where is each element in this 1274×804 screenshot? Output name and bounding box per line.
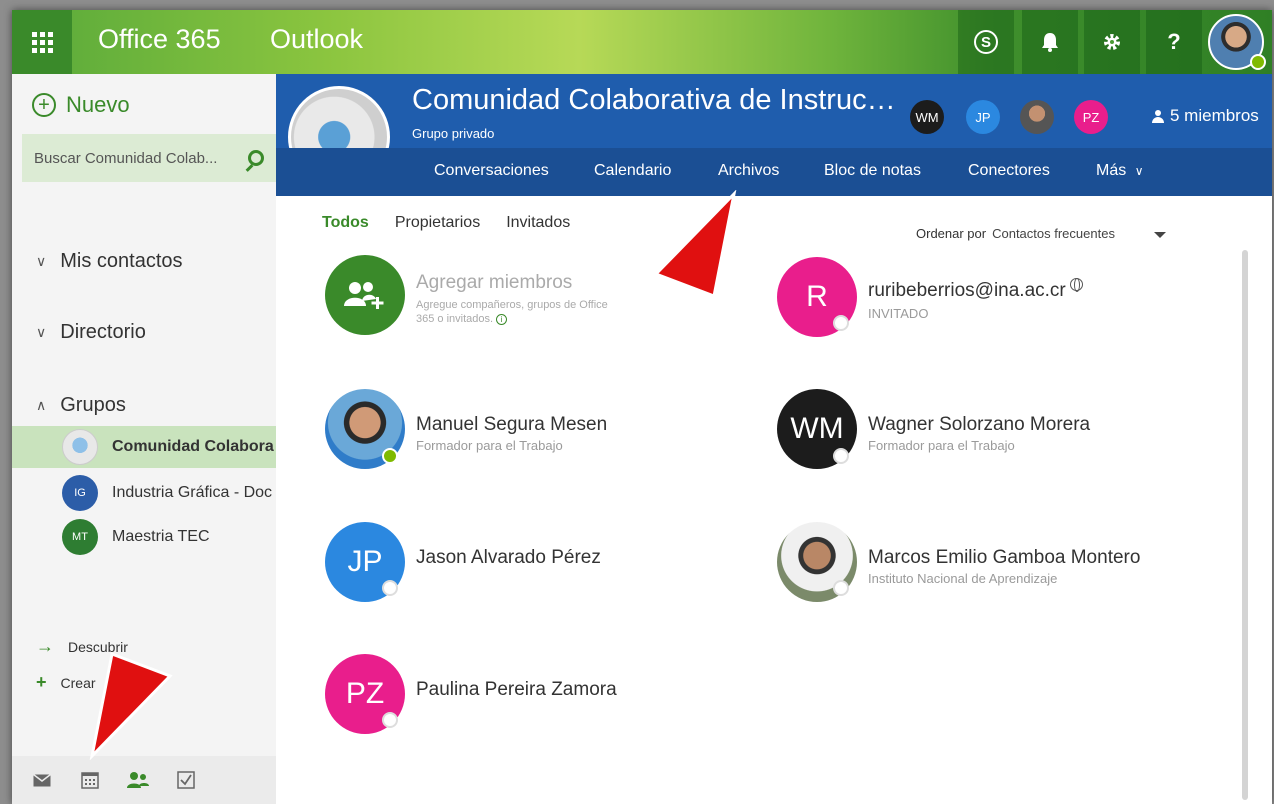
chevron-down-icon: ∨: [36, 253, 47, 269]
waffle-icon[interactable]: [12, 10, 72, 74]
tab-more-label: Más: [1096, 162, 1127, 179]
outlook-window: Office 365 Outlook S ? + Nuevo ∨ Mis con…: [12, 10, 1272, 804]
group-label: Comunidad Colabora: [112, 438, 274, 455]
member-avatar-photo[interactable]: [1020, 100, 1054, 134]
search-icon[interactable]: [248, 150, 264, 166]
section-label: Directorio: [60, 321, 146, 343]
skype-glyph: S: [974, 30, 998, 54]
mail-icon[interactable]: [30, 768, 54, 792]
group-avatar: IG: [62, 475, 98, 511]
person-icon: [1152, 109, 1164, 123]
info-icon[interactable]: i: [496, 313, 508, 325]
member-name[interactable]: Manuel Segura Mesen: [416, 414, 607, 436]
tasks-icon[interactable]: [174, 768, 198, 792]
tab-notebook[interactable]: Bloc de notas: [824, 162, 921, 180]
chevron-down-icon: ∨: [36, 324, 47, 340]
group-privacy: Grupo privado: [412, 126, 495, 141]
app-name[interactable]: Outlook: [270, 24, 363, 55]
sort-dropdown[interactable]: Contactos frecuentes: [992, 226, 1115, 241]
chevron-up-icon: ∧: [36, 397, 47, 413]
search-input[interactable]: [34, 149, 244, 167]
group-avatar: [62, 429, 98, 465]
filter-guests[interactable]: Invitados: [506, 214, 570, 232]
sort-control: Ordenar por Contactos frecuentes: [916, 226, 1115, 241]
group-avatar: MT: [62, 519, 98, 555]
group-item-comunidad[interactable]: Comunidad Colabora: [12, 426, 276, 468]
add-members-button[interactable]: [325, 255, 405, 335]
tab-connectors[interactable]: Conectores: [968, 162, 1050, 180]
globe-icon: [1070, 278, 1083, 292]
presence-online-icon: [1250, 54, 1266, 70]
tab-more[interactable]: Más ∨: [1096, 162, 1143, 180]
new-button[interactable]: + Nuevo: [32, 92, 130, 118]
member-avatar-jp[interactable]: JP: [966, 100, 1000, 134]
top-bar: Office 365 Outlook S ?: [12, 10, 1272, 74]
annotation-arrow-icon: [653, 190, 737, 299]
filter-all[interactable]: Todos: [322, 214, 369, 232]
section-directory[interactable]: ∨ Directorio: [36, 321, 146, 344]
member-role: Formador para el Trabajo: [416, 438, 563, 453]
presence-offline-icon: [833, 448, 849, 464]
add-members-title[interactable]: Agregar miembros: [416, 272, 572, 294]
section-label: Mis contactos: [60, 250, 183, 272]
module-switcher: [12, 756, 276, 804]
sort-label: Ordenar por: [916, 226, 987, 241]
gear-icon[interactable]: [1084, 10, 1140, 74]
member-role: INVITADO: [868, 306, 929, 321]
section-label: Grupos: [60, 394, 126, 416]
member-avatar-pz[interactable]: PZ: [1074, 100, 1108, 134]
group-tabs: Conversaciones Calendario Archivos Bloc …: [276, 148, 1272, 196]
group-title: Comunidad Colaborativa de Instruc…: [412, 84, 896, 116]
member-filters: Todos Propietarios Invitados: [322, 214, 570, 232]
caret-down-icon[interactable]: [1154, 232, 1166, 238]
filter-owners[interactable]: Propietarios: [395, 214, 480, 232]
members-count-button[interactable]: 5 miembros: [1152, 106, 1259, 126]
bell-icon[interactable]: [1022, 10, 1078, 74]
presence-offline-icon: [833, 580, 849, 596]
add-members-hint: Agregue compañeros, grupos de Office 365…: [416, 298, 616, 326]
group-item-industria[interactable]: IG Industria Gráfica - Doc: [12, 472, 276, 514]
chevron-down-icon: ∨: [1134, 164, 1144, 178]
people-icon[interactable]: [126, 768, 150, 792]
new-label: Nuevo: [66, 92, 130, 117]
search-box: [22, 134, 276, 182]
section-my-contacts[interactable]: ∨ Mis contactos: [36, 250, 183, 273]
presence-offline-icon: [382, 580, 398, 596]
member-name[interactable]: Marcos Emilio Gamboa Montero: [868, 547, 1140, 569]
member-name[interactable]: Paulina Pereira Zamora: [416, 679, 617, 701]
presence-offline-icon: [833, 315, 849, 331]
tab-files[interactable]: Archivos: [718, 162, 779, 180]
section-groups[interactable]: ∧ Grupos: [36, 394, 126, 417]
member-role: Instituto Nacional de Aprendizaje: [868, 571, 1058, 586]
member-name[interactable]: Wagner Solorzano Morera: [868, 414, 1090, 436]
scrollbar[interactable]: [1242, 250, 1248, 800]
add-members-hint-text: Agregue compañeros, grupos de Office 365…: [416, 299, 608, 325]
group-label: Industria Gráfica - Doc: [112, 484, 273, 501]
plus-circle-icon: +: [32, 93, 56, 117]
annotation-arrow-icon: [89, 651, 173, 760]
member-name[interactable]: Jason Alvarado Pérez: [416, 547, 601, 569]
member-name[interactable]: ruribeberrios@ina.ac.cr: [868, 280, 1066, 302]
calendar-icon[interactable]: [78, 768, 102, 792]
member-role: Formador para el Trabajo: [868, 438, 1015, 453]
presence-offline-icon: [382, 712, 398, 728]
tab-conversations[interactable]: Conversaciones: [434, 162, 549, 180]
presence-online-icon: [382, 448, 398, 464]
members-label: 5 miembros: [1170, 106, 1259, 125]
help-icon[interactable]: ?: [1146, 10, 1202, 74]
tab-calendar[interactable]: Calendario: [594, 162, 671, 180]
brand-label[interactable]: Office 365: [98, 24, 221, 55]
member-avatar-wm[interactable]: WM: [910, 100, 944, 134]
arrow-right-icon: →: [36, 636, 54, 656]
add-people-icon: [344, 282, 384, 309]
skype-icon[interactable]: S: [958, 10, 1014, 74]
group-item-maestria[interactable]: MT Maestria TEC: [12, 516, 276, 558]
plus-icon: +: [36, 672, 47, 692]
group-label: Maestria TEC: [112, 528, 210, 545]
